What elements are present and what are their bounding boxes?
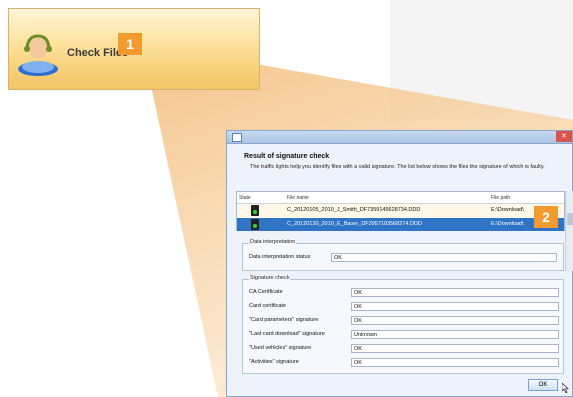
column-header-file-name[interactable]: File name: [287, 195, 309, 201]
ok-button[interactable]: OK: [528, 379, 558, 391]
field-value: OK: [351, 316, 559, 325]
file-name-cell: C_20120105_2010_J_Smith_DF7359145628734.…: [287, 207, 421, 213]
field-value: OK: [351, 358, 559, 367]
file-table: State File name File path C_20120105_201…: [236, 191, 565, 231]
column-header-state[interactable]: State: [239, 195, 251, 201]
signature-check-group: Signature check CA Certificate OK Card c…: [242, 275, 564, 374]
signature-check-dialog: Result of signature check The traffic li…: [226, 130, 573, 397]
traffic-light-icon: [251, 205, 259, 216]
data-interpretation-group: Data interpretation Data interpretation …: [242, 239, 564, 271]
file-name-cell: C_20120130_2010_E_Bauer_DF3957103568274.…: [287, 221, 422, 227]
dialog-description: The traffic lights help you identify fil…: [250, 164, 545, 170]
table-row[interactable]: C_20120105_2010_J_Smith_DF7359145628734.…: [237, 204, 564, 217]
mouse-cursor-icon: [562, 383, 569, 393]
field-label: "Last card download" signature: [249, 331, 325, 337]
callout-2: 2: [534, 206, 558, 228]
field-label: Card certificate: [249, 303, 286, 309]
scrollbar[interactable]: [565, 191, 573, 271]
tutorial-screenshot: Check Files 1 Result of signature check …: [0, 0, 573, 397]
field-value: OK: [351, 344, 559, 353]
field-label: "Activities" signature: [249, 359, 299, 365]
close-icon[interactable]: [556, 131, 572, 142]
field-label: CA Certificate: [249, 289, 283, 295]
table-header: State File name File path: [237, 192, 564, 204]
file-path-cell: E:\Download\: [491, 207, 524, 213]
field-label: Data interpretation status: [249, 254, 311, 260]
field-label: "Used vehicles" signature: [249, 345, 312, 351]
scrollbar-thumb[interactable]: [567, 213, 573, 225]
field-value: OK: [351, 302, 559, 311]
field-value: OK: [331, 253, 557, 262]
table-row-selected[interactable]: C_20120130_2010_E_Bauer_DF3957103568274.…: [237, 218, 564, 231]
file-path-cell: E:\Download\: [491, 221, 524, 227]
dialog-title: Result of signature check: [244, 153, 330, 160]
dialog-titlebar[interactable]: [227, 131, 572, 144]
window-icon: [232, 133, 242, 142]
traffic-light-icon: [251, 219, 259, 230]
field-value: OK: [351, 288, 559, 297]
column-header-file-path[interactable]: File path: [491, 195, 510, 201]
group-legend: Data interpretation: [249, 239, 297, 245]
group-legend: Signature check: [249, 275, 291, 281]
callout-1: 1: [118, 33, 142, 55]
field-value: Unknown: [351, 330, 559, 339]
user-headset-icon: [18, 34, 58, 76]
field-label: "Card parameters" signature: [249, 317, 319, 323]
